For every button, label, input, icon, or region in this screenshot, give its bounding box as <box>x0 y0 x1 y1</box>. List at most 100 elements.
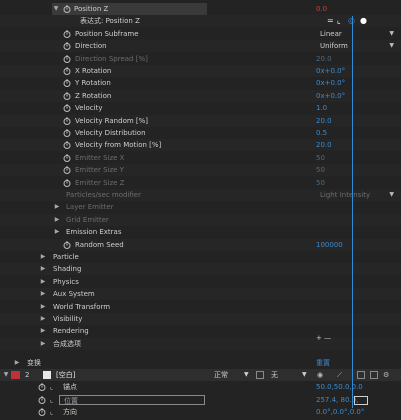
expand-triangle[interactable]: ▶ <box>39 263 47 275</box>
expand-triangle[interactable]: ▶ <box>13 357 21 369</box>
graph-icon[interactable]: ⌞ <box>50 406 53 418</box>
property-value[interactable]: 100000 <box>316 239 343 251</box>
layer-number: 2 <box>25 371 30 379</box>
effect-group-row[interactable]: ▶ Physics <box>0 276 401 288</box>
property-label: Y Rotation <box>75 79 111 88</box>
effect-group-row[interactable]: ▶ 合成选项 + — <box>0 334 401 350</box>
graph-icon[interactable]: ⌞ <box>337 15 341 27</box>
stopwatch-icon[interactable] <box>63 79 71 88</box>
property-label: Layer Emitter <box>66 203 114 212</box>
property-row: Velocity from Motion [%] 20.0 <box>0 139 401 152</box>
group-label: Rendering <box>53 327 89 336</box>
effect-group-row[interactable]: ▶ Visibility <box>0 313 401 325</box>
shy-icon[interactable]: ⟋ <box>337 369 342 381</box>
disclosure-triangle[interactable]: ▶ <box>53 226 61 238</box>
property-row: X Rotation 0x+0.0° <box>0 65 401 77</box>
property-value[interactable]: 20.0 <box>316 115 332 127</box>
property-value[interactable]: 1.0 <box>316 102 327 114</box>
property-value[interactable]: 20.0 <box>316 53 332 65</box>
disclosure-triangle[interactable]: ▼ <box>52 3 60 15</box>
gear-icon[interactable]: ⚙ <box>383 369 389 381</box>
property-label: 表达式: Position Z <box>80 17 140 26</box>
stopwatch-icon[interactable] <box>38 383 46 391</box>
graph-icon[interactable]: ⌞ <box>50 381 53 393</box>
effect-group-row[interactable]: ▶ World Transform <box>0 301 401 313</box>
chevron-down-icon: ▼ <box>389 29 394 37</box>
property-value[interactable]: 0x+0.0° <box>316 77 345 89</box>
transform-property-label: 方向 <box>63 408 77 416</box>
property-row: ▶ Layer Emitter <box>0 201 401 213</box>
graph-icon[interactable]: ⌞ <box>50 394 53 406</box>
property-row: Emitter Size Y 50 <box>0 164 401 177</box>
expand-triangle[interactable]: ▶ <box>39 288 47 300</box>
stopwatch-icon[interactable] <box>63 42 71 51</box>
dropdown-value: Uniform <box>320 42 348 51</box>
frame-blend-checkbox[interactable] <box>357 371 365 379</box>
stopwatch-icon[interactable] <box>63 154 71 162</box>
transform-property-value[interactable]: 50.0,50.0,0.0 <box>316 381 363 393</box>
property-value[interactable]: 50 <box>316 152 325 164</box>
stopwatch-icon[interactable] <box>63 30 71 38</box>
dropdown-value: Light Intensity <box>320 191 371 199</box>
property-label: Emitter Size Z <box>75 178 125 187</box>
disclosure-triangle[interactable]: ▶ <box>53 201 61 213</box>
property-value[interactable]: 0x+0.0° <box>316 65 345 77</box>
property-dropdown[interactable]: Linear ▼ <box>316 29 396 39</box>
eye-icon[interactable]: ◉ <box>317 369 323 381</box>
label-color-swatch[interactable] <box>11 371 20 379</box>
stopwatch-icon[interactable] <box>63 55 71 63</box>
property-label: Random Seed <box>75 240 124 249</box>
effect-group-row[interactable]: ▶ Shading <box>0 263 401 276</box>
chevron-down-icon[interactable]: ▼ <box>244 369 249 381</box>
stopwatch-icon[interactable] <box>38 408 46 416</box>
expand-triangle[interactable]: ▶ <box>39 276 47 288</box>
transform-row[interactable]: ▶ 变换 重置 <box>0 357 401 369</box>
effect-group-row[interactable]: ▶ Rendering <box>0 325 401 337</box>
stopwatch-icon[interactable] <box>63 117 71 125</box>
disclosure-triangle[interactable]: ▶ <box>53 214 61 226</box>
reset-link[interactable]: 重置 <box>316 357 330 369</box>
expression-enable-icon[interactable]: = <box>327 15 334 27</box>
stopwatch-icon[interactable] <box>63 92 71 100</box>
property-value[interactable]: 50 <box>316 164 325 176</box>
property-dropdown[interactable]: Uniform ▼ <box>316 41 396 51</box>
property-row: Particles/sec modifier Light Intensity ▼ <box>0 189 401 201</box>
property-value[interactable]: 20.0 <box>316 139 332 151</box>
expand-triangle[interactable]: ▶ <box>39 313 47 325</box>
transform-property-value[interactable]: 0.0°,0.0°,0.0° <box>316 406 364 418</box>
trkmat-value[interactable]: 无 <box>271 369 278 381</box>
stopwatch-icon[interactable] <box>63 166 71 175</box>
stopwatch-icon[interactable] <box>63 104 71 113</box>
property-label: Emitter Size Y <box>75 166 124 175</box>
property-value[interactable]: 0.5 <box>316 127 327 139</box>
layer-row[interactable]: ▼ 2 [空白] 正常 ▼ 无 ▼ ◉ ⟋ ⚙ <box>0 369 401 381</box>
motion-blur-checkbox[interactable] <box>370 371 378 379</box>
property-row: ▼ Position Z 0.0 <box>0 3 401 15</box>
property-label: Emitter Size X <box>75 153 125 162</box>
stopwatch-icon[interactable] <box>63 5 71 13</box>
expression-language-icon[interactable]: ● <box>360 15 367 27</box>
expand-triangle[interactable]: ▶ <box>39 325 47 337</box>
trkmat-checkbox[interactable] <box>256 371 264 379</box>
property-dropdown[interactable]: Light Intensity ▼ <box>316 190 396 200</box>
add-remove-buttons[interactable]: + — <box>316 332 331 344</box>
property-value[interactable]: 0x+0.0° <box>316 90 345 102</box>
stopwatch-icon[interactable] <box>63 141 71 150</box>
stopwatch-icon[interactable] <box>38 396 46 404</box>
collapse-triangle[interactable]: ▼ <box>2 369 10 381</box>
expand-triangle[interactable]: ▶ <box>39 338 47 350</box>
expand-triangle[interactable]: ▶ <box>39 301 47 313</box>
property-value[interactable]: 0.0 <box>316 3 327 15</box>
chevron-down-icon[interactable]: ▼ <box>302 369 307 381</box>
layer-name[interactable]: [空白] <box>56 369 75 381</box>
effect-group-row[interactable]: ▶ Aux System <box>0 288 401 301</box>
stopwatch-icon[interactable] <box>63 129 71 137</box>
stopwatch-icon[interactable] <box>63 179 71 187</box>
stopwatch-icon[interactable] <box>63 241 71 249</box>
stopwatch-icon[interactable] <box>63 67 71 75</box>
expand-triangle[interactable]: ▶ <box>39 251 47 263</box>
property-label: Grid Emitter <box>66 215 109 224</box>
property-value[interactable]: 50 <box>316 177 325 189</box>
blend-mode-value[interactable]: 正常 <box>214 369 228 381</box>
effect-group-row[interactable]: ▶ Particle <box>0 251 401 263</box>
